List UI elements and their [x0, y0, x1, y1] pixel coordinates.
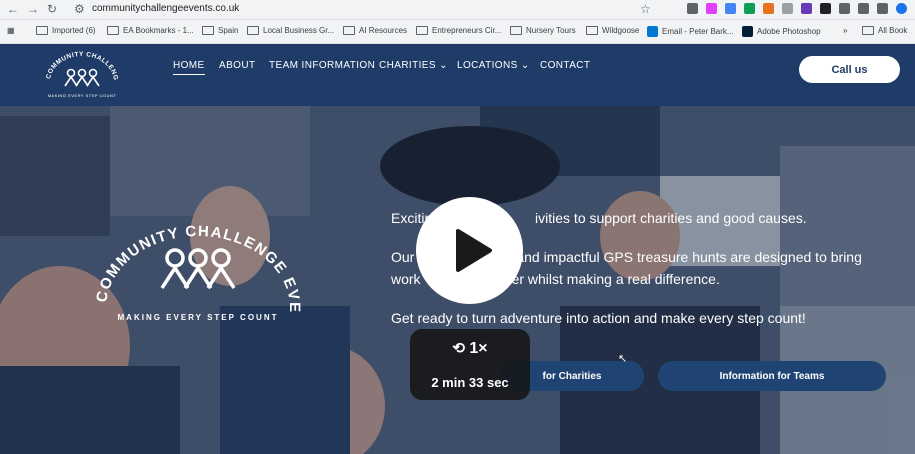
- play-button[interactable]: [416, 197, 523, 304]
- mouse-cursor-icon: ↖: [618, 353, 628, 365]
- sidebar-icon[interactable]: [858, 3, 869, 14]
- nav-contact[interactable]: CONTACT: [540, 60, 590, 71]
- bookmark-item[interactable]: Spain: [202, 26, 238, 35]
- site-info-icon[interactable]: ⚙: [74, 1, 85, 18]
- bookmark-item[interactable]: All Book: [862, 26, 907, 35]
- extension-icon[interactable]: [725, 3, 736, 14]
- extension-icon[interactable]: [706, 3, 717, 14]
- playback-speed[interactable]: ⟲ 1×: [410, 339, 530, 358]
- folder-icon: [416, 26, 428, 35]
- star-icon[interactable]: ☆: [640, 1, 651, 18]
- bookmark-item[interactable]: Nursery Tours: [510, 26, 576, 35]
- bookmark-item[interactable]: Wildgoose: [586, 26, 639, 35]
- chevron-down-icon: ⌄: [520, 60, 530, 71]
- folder-icon: [586, 26, 598, 35]
- extension-icon[interactable]: [782, 3, 793, 14]
- nav-locations[interactable]: LOCATIONS ⌄: [457, 60, 530, 71]
- hero-line-4: Get ready to turn adventure into action …: [391, 310, 806, 326]
- bookmark-item[interactable]: AI Resources: [343, 26, 407, 35]
- extension-icon[interactable]: [687, 3, 698, 14]
- playback-info-card[interactable]: ⟲ 1× 2 min 33 sec: [410, 329, 530, 400]
- puzzle-icon[interactable]: [839, 3, 850, 14]
- speed-icon: ⟲: [452, 340, 465, 357]
- forward-icon[interactable]: →: [27, 1, 39, 18]
- folder-icon: [107, 26, 119, 35]
- bookmark-item[interactable]: Adobe Photoshop: [742, 26, 821, 37]
- extension-icon[interactable]: [763, 3, 774, 14]
- nav-about[interactable]: ABOUT: [219, 60, 255, 71]
- folder-icon: [862, 26, 874, 35]
- nav-team-information[interactable]: TEAM INFORMATION: [269, 60, 375, 71]
- extension-icon[interactable]: [801, 3, 812, 14]
- apps-icon[interactable]: ▦: [7, 26, 15, 35]
- site-header: COMMUNITY CHALLENGE EVENTS MAKING EVERY …: [0, 44, 915, 106]
- profile-avatar[interactable]: [896, 3, 907, 14]
- teams-info-button[interactable]: Information for Teams: [658, 361, 886, 391]
- outlook-icon: [647, 26, 658, 37]
- bookmark-item[interactable]: Imported (6): [36, 26, 96, 35]
- folder-icon: [247, 26, 259, 35]
- play-icon: [456, 229, 492, 272]
- bookmark-item[interactable]: EA Bookmarks - 1...: [107, 26, 194, 35]
- more-bookmarks-icon[interactable]: »: [843, 26, 847, 35]
- bookmark-item[interactable]: Local Business Gr...: [247, 26, 334, 35]
- folder-icon: [36, 26, 48, 35]
- folder-icon: [343, 26, 355, 35]
- video-duration: 2 min 33 sec: [431, 375, 509, 390]
- extension-icon[interactable]: [744, 3, 755, 14]
- reload-icon[interactable]: ↻: [47, 1, 57, 18]
- nav-charities[interactable]: CHARITIES ⌄: [379, 60, 448, 71]
- call-us-button[interactable]: Call us: [799, 56, 900, 83]
- extension-toolbar: [687, 3, 907, 14]
- hero-logo: COMMUNITY CHALLENGE EVENTS MAKING EVERY …: [88, 213, 303, 322]
- nav-home[interactable]: HOME: [173, 60, 205, 75]
- bookmark-item[interactable]: Entrepreneurs Cir...: [416, 26, 501, 35]
- svg-text:MAKING EVERY STEP COUNT: MAKING EVERY STEP COUNT: [118, 313, 279, 322]
- chevron-down-icon: ⌄: [439, 60, 448, 71]
- bookmark-item[interactable]: Email - Peter Bark...: [647, 26, 734, 37]
- site-logo[interactable]: COMMUNITY CHALLENGE EVENTS MAKING EVERY …: [40, 50, 124, 102]
- url-field[interactable]: communitychallengeevents.co.uk: [92, 3, 239, 14]
- folder-icon: [510, 26, 522, 35]
- svg-text:COMMUNITY CHALLENGE EVENTS: COMMUNITY CHALLENGE EVENTS: [88, 213, 303, 314]
- back-icon[interactable]: ←: [7, 1, 19, 18]
- bookmarks-bar: ▦ Imported (6) EA Bookmarks - 1... Spain…: [0, 20, 915, 44]
- pen-icon[interactable]: [820, 3, 831, 14]
- download-icon[interactable]: [877, 3, 888, 14]
- photoshop-icon: [742, 26, 753, 37]
- folder-icon: [202, 26, 214, 35]
- browser-address-bar: ← → ↻ ⚙ communitychallengeevents.co.uk ☆: [0, 0, 915, 20]
- svg-text:MAKING EVERY STEP COUNT: MAKING EVERY STEP COUNT: [48, 93, 117, 98]
